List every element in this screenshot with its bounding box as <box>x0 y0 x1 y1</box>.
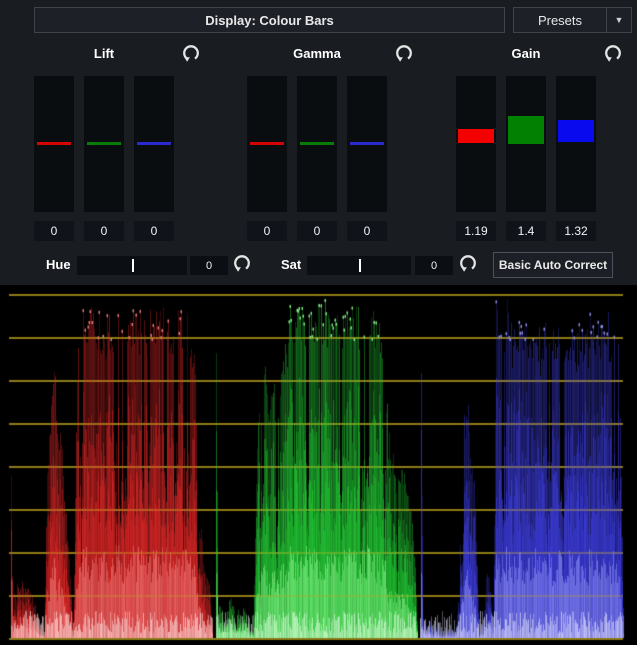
gamma-reset-icon[interactable] <box>395 44 413 62</box>
gain-green-slider[interactable] <box>506 76 546 212</box>
controls-panel: Display: Colour Bars Presets ▼ Lift Gamm… <box>0 0 637 285</box>
presets-label: Presets <box>514 13 606 28</box>
hue-label: Hue <box>46 257 71 272</box>
gamma-green-slider[interactable] <box>297 76 337 212</box>
gain-section-label: Gain <box>496 46 556 61</box>
hue-value[interactable]: 0 <box>190 256 228 275</box>
sat-slider[interactable] <box>307 256 411 275</box>
gamma-red-indicator <box>250 142 284 145</box>
display-mode-label: Display: Colour Bars <box>205 13 334 28</box>
gamma-blue-slider[interactable] <box>347 76 387 212</box>
lift-blue-slider[interactable] <box>134 76 174 212</box>
gamma-section-label: Gamma <box>287 46 347 61</box>
sat-label: Sat <box>281 257 301 272</box>
gain-red-slider[interactable] <box>456 76 496 212</box>
lift-blue-value[interactable]: 0 <box>134 221 174 241</box>
colour-correction-panel: Display: Colour Bars Presets ▼ Lift Gamm… <box>0 0 637 645</box>
gamma-red-value[interactable]: 0 <box>247 221 287 241</box>
gain-red-indicator <box>458 129 494 143</box>
gain-green-indicator <box>508 116 544 144</box>
gain-blue-slider[interactable] <box>556 76 596 212</box>
basic-auto-correct-button[interactable]: Basic Auto Correct <box>493 252 613 278</box>
gamma-blue-value[interactable]: 0 <box>347 221 387 241</box>
gamma-green-value[interactable]: 0 <box>297 221 337 241</box>
gain-blue-value[interactable]: 1.32 <box>556 221 596 241</box>
gamma-blue-indicator <box>350 142 384 145</box>
lift-green-indicator <box>87 142 121 145</box>
sat-reset-icon[interactable] <box>459 254 477 272</box>
lift-green-value[interactable]: 0 <box>84 221 124 241</box>
lift-red-value[interactable]: 0 <box>34 221 74 241</box>
display-mode-button[interactable]: Display: Colour Bars <box>34 7 505 33</box>
gamma-green-indicator <box>300 142 334 145</box>
sat-value[interactable]: 0 <box>415 256 453 275</box>
hue-slider[interactable] <box>77 256 187 275</box>
hue-slider-handle[interactable] <box>132 259 134 272</box>
gain-green-value[interactable]: 1.4 <box>506 221 546 241</box>
lift-reset-icon[interactable] <box>182 44 200 62</box>
lift-blue-indicator <box>137 142 171 145</box>
lift-section-label: Lift <box>74 46 134 61</box>
presets-button[interactable]: Presets ▼ <box>513 7 632 33</box>
gain-red-value[interactable]: 1.19 <box>456 221 496 241</box>
gain-blue-indicator <box>558 120 594 142</box>
lift-green-slider[interactable] <box>84 76 124 212</box>
chevron-down-icon: ▼ <box>615 15 624 25</box>
gamma-red-slider[interactable] <box>247 76 287 212</box>
lift-red-indicator <box>37 142 71 145</box>
lift-red-slider[interactable] <box>34 76 74 212</box>
rgb-parade-waveform-monitor <box>0 285 637 645</box>
sat-slider-handle[interactable] <box>359 259 361 272</box>
basic-auto-correct-label: Basic Auto Correct <box>499 258 607 272</box>
presets-dropdown-segment[interactable]: ▼ <box>606 8 631 32</box>
gain-reset-icon[interactable] <box>604 44 622 62</box>
hue-reset-icon[interactable] <box>233 254 251 272</box>
